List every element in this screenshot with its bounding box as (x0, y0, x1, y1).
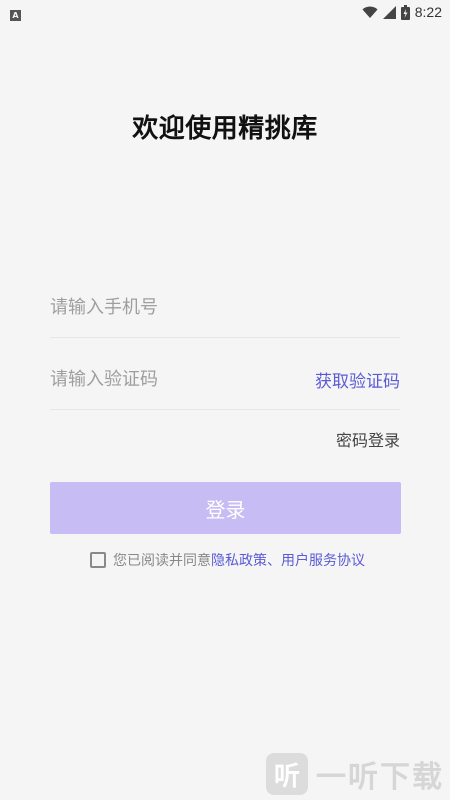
notification-a-icon: A (10, 9, 21, 21)
battery-icon (400, 4, 410, 20)
login-button[interactable]: 登录 (50, 482, 401, 534)
watermark-logo-icon: 听 (266, 753, 308, 795)
watermark-text: 一听下载 (316, 760, 444, 795)
agreement-row: 您已阅读并同意 隐私政策 、 用户服务协议 (90, 550, 365, 570)
agreement-separator: 、 (267, 553, 281, 569)
code-field: 获取验证码 (50, 350, 400, 410)
cell-signal-icon (382, 5, 396, 19)
status-time: 8:22 (414, 4, 442, 20)
page-title: 欢迎使用精挑库 (132, 114, 318, 144)
status-right: 8:22 (362, 4, 442, 20)
status-left: A (10, 3, 21, 22)
wifi-icon (362, 6, 378, 18)
phone-input[interactable] (50, 297, 280, 318)
verification-code-input[interactable] (50, 369, 280, 390)
password-login-link[interactable]: 密码登录 (336, 427, 400, 451)
get-code-button[interactable]: 获取验证码 (315, 367, 400, 392)
phone-field (50, 278, 400, 338)
agreement-checkbox[interactable] (90, 552, 106, 568)
agreement-prefix: 您已阅读并同意 (113, 553, 211, 569)
privacy-policy-link[interactable]: 隐私政策 (211, 550, 267, 570)
watermark: 听 一听下载 (266, 752, 444, 796)
status-bar: A 8:22 (0, 0, 450, 24)
user-service-agreement-link[interactable]: 用户服务协议 (281, 550, 365, 570)
